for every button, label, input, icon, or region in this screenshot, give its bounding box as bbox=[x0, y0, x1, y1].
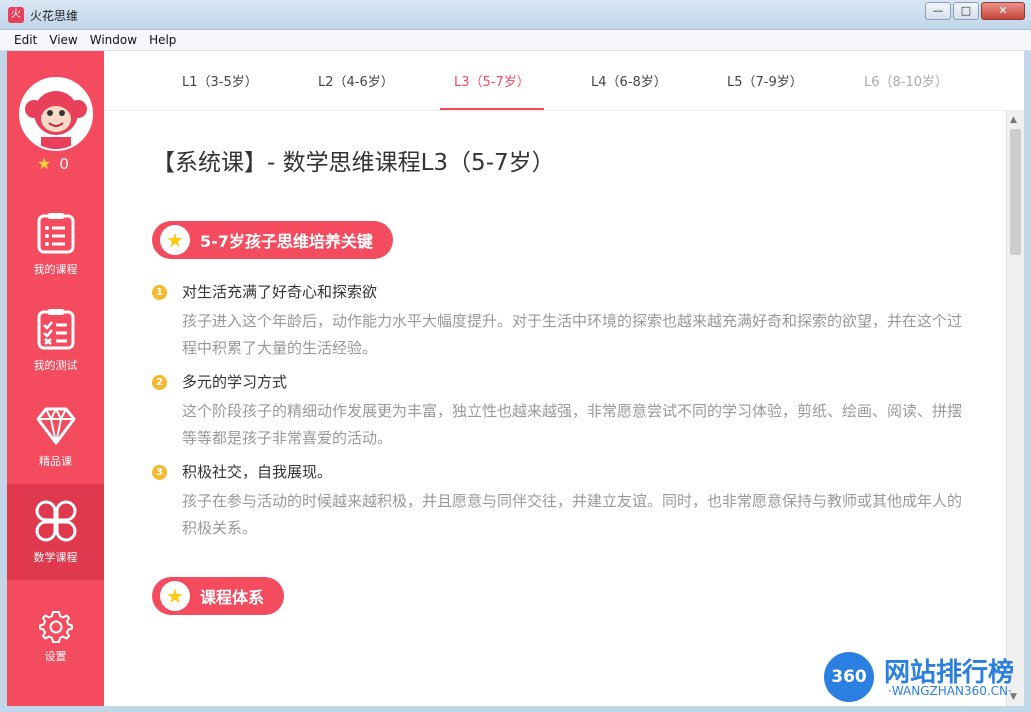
sidebar-item-math[interactable]: 数学课程 bbox=[7, 484, 104, 580]
four-petal-icon bbox=[35, 500, 76, 542]
window-frame-left bbox=[0, 51, 7, 712]
main-content: 【系统课】- 数学思维课程L3（5-7岁） ★ 5-7岁孩子思维培养关键 1 对… bbox=[104, 111, 1006, 706]
sidebar-nav: 我的课程 我的测试 精品课 数学课程 bbox=[7, 196, 104, 580]
page-title: 【系统课】- 数学思维课程L3（5-7岁） bbox=[152, 150, 555, 176]
app-icon: 火 bbox=[8, 7, 24, 23]
menu-edit[interactable]: Edit bbox=[8, 30, 43, 50]
window-controls: — □ ✕ bbox=[925, 2, 1025, 20]
window-frame-bottom bbox=[0, 706, 1031, 712]
tab-l5[interactable]: L5（7-9岁） bbox=[727, 71, 803, 90]
section-title: 课程体系 bbox=[200, 588, 265, 607]
sidebar-item-label: 我的测试 bbox=[33, 359, 78, 372]
diamond-icon bbox=[36, 406, 75, 445]
maximize-button[interactable]: □ bbox=[953, 2, 979, 20]
gear-icon bbox=[38, 610, 73, 643]
tab-l4[interactable]: L4（6-8岁） bbox=[591, 71, 667, 90]
tab-l3[interactable]: L3（5-7岁） bbox=[454, 71, 530, 90]
menu-bar: Edit View Window Help bbox=[0, 30, 1031, 51]
sidebar-item-my-courses[interactable]: 我的课程 bbox=[7, 196, 104, 292]
item-text: 孩子在参与活动的时候越来越积极，并且愿意与同伴交往，并建立友谊。同时，也非常愿意… bbox=[182, 492, 963, 537]
sidebar-item-settings[interactable]: 设置 bbox=[7, 601, 104, 671]
section-curriculum-header: ★ 课程体系 bbox=[152, 577, 285, 615]
item-text: 孩子进入这个年龄后，动作能力水平大幅度提升。对于生活中环境的探索也越来越充满好奇… bbox=[182, 312, 963, 357]
sidebar-item-label: 精品课 bbox=[39, 455, 72, 468]
watermark: 360 网站排行榜 ·WANGZHAN360.CN· bbox=[820, 650, 1025, 706]
tab-l2[interactable]: L2（4-6岁） bbox=[318, 71, 394, 90]
title-bar: 火 火花思维 — □ ✕ bbox=[0, 0, 1031, 30]
item-text: 这个阶段孩子的精细动作发展更为丰富，独立性也越来越强，非常愿意尝试不同的学习体验… bbox=[182, 402, 963, 447]
vertical-scrollbar[interactable]: ▲ ▼ bbox=[1006, 111, 1024, 706]
settings-label: 设置 bbox=[44, 649, 67, 663]
window-frame-right bbox=[1024, 51, 1031, 712]
clipboard-list-icon bbox=[37, 213, 74, 254]
level-tabs: L1（3-5岁） L2（4-6岁） L3（5-7岁） L4（6-8岁） L5（7… bbox=[104, 51, 1024, 111]
section-key-points-header: ★ 5-7岁孩子思维培养关键 bbox=[152, 221, 393, 259]
sidebar: ★ 0 我的课程 我的测试 精品课 数学课程 设置 bbox=[7, 51, 104, 706]
number-badge: 3 bbox=[152, 465, 167, 480]
item-heading: 积极社交，自我展现。 bbox=[182, 463, 333, 481]
number-badge: 1 bbox=[152, 285, 167, 300]
watermark-badge: 360 bbox=[824, 652, 874, 702]
minimize-button[interactable]: — bbox=[925, 2, 951, 20]
watermark-subtext: ·WANGZHAN360.CN· bbox=[888, 684, 1012, 698]
item-heading: 对生活充满了好奇心和探索欲 bbox=[182, 283, 378, 301]
sidebar-item-my-tests[interactable]: 我的测试 bbox=[7, 292, 104, 388]
sidebar-item-premium[interactable]: 精品课 bbox=[7, 388, 104, 484]
tab-l6[interactable]: L6（8-10岁） bbox=[864, 71, 948, 90]
window-title: 火花思维 bbox=[30, 9, 79, 23]
tab-l1[interactable]: L1（3-5岁） bbox=[182, 71, 258, 90]
menu-window[interactable]: Window bbox=[84, 30, 143, 50]
number-badge: 2 bbox=[152, 375, 167, 390]
close-button[interactable]: ✕ bbox=[981, 2, 1025, 20]
star-icon: ★ bbox=[160, 581, 190, 611]
sidebar-item-label: 我的课程 bbox=[33, 263, 78, 276]
sidebar-item-label: 数学课程 bbox=[33, 551, 78, 564]
star-icon: ★ bbox=[37, 154, 52, 173]
checklist-icon bbox=[37, 309, 74, 350]
menu-view[interactable]: View bbox=[43, 30, 83, 50]
item-heading: 多元的学习方式 bbox=[182, 373, 288, 391]
star-counter: ★ 0 bbox=[37, 154, 69, 173]
section-title: 5-7岁孩子思维培养关键 bbox=[200, 232, 373, 251]
menu-help[interactable]: Help bbox=[143, 30, 182, 50]
avatar[interactable] bbox=[19, 77, 93, 151]
star-icon: ★ bbox=[160, 225, 190, 255]
scroll-up-icon[interactable]: ▲ bbox=[1010, 115, 1017, 125]
star-count: 0 bbox=[59, 154, 69, 173]
scrollbar-thumb[interactable] bbox=[1010, 129, 1021, 255]
active-tab-indicator bbox=[440, 108, 544, 110]
monkey-avatar-icon bbox=[21, 79, 91, 149]
